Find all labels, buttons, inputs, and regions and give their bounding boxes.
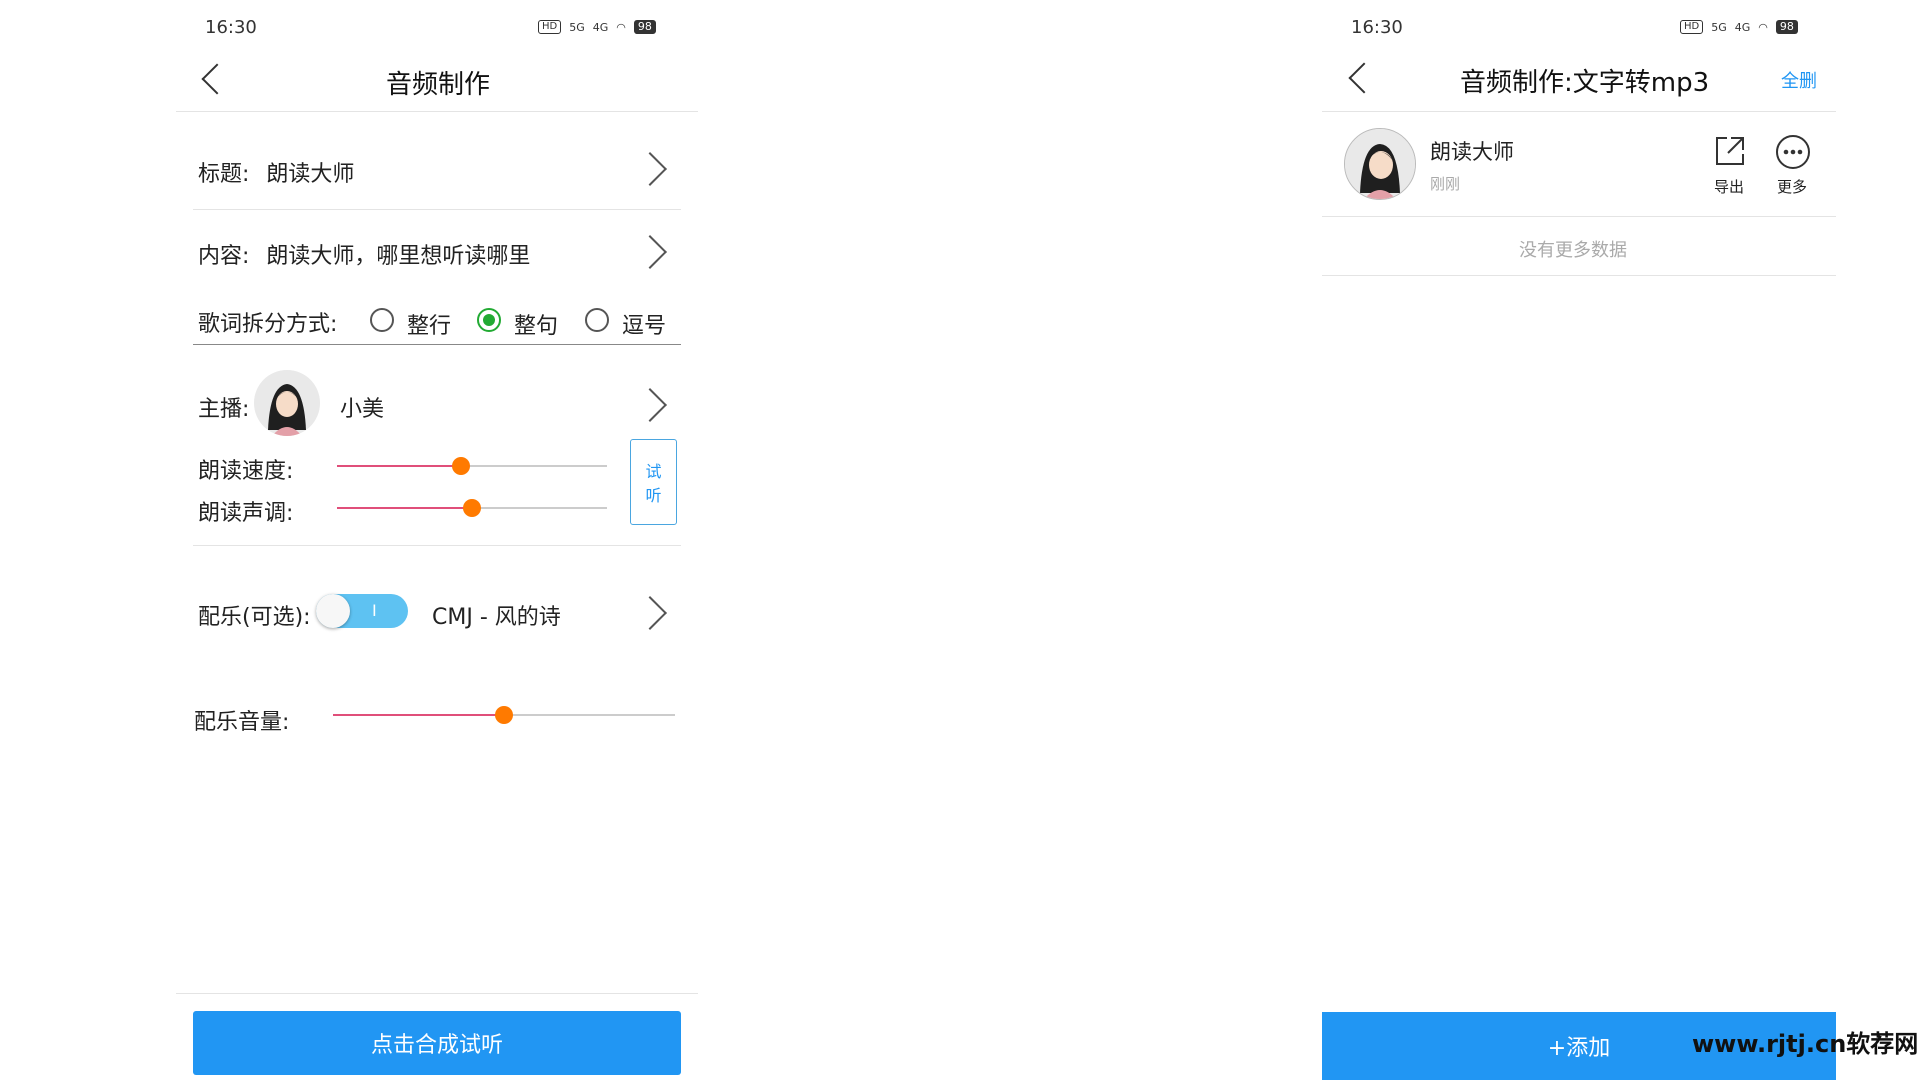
preview-button-line1: 试 (645, 462, 662, 481)
music-toggle[interactable]: I (316, 594, 408, 628)
more-label: 更多 (1777, 178, 1808, 196)
music-toggle-knob (316, 594, 350, 628)
item-time: 刚刚 (1430, 175, 1461, 193)
status-time: 16:30 (205, 17, 257, 38)
divider (1322, 275, 1836, 276)
watermark: www.rjtj.cn软荐网 (1692, 1030, 1919, 1058)
signal-4g-icon: 4G (592, 20, 609, 34)
pitch-slider-knob[interactable] (463, 499, 481, 517)
divider (193, 209, 681, 210)
export-label: 导出 (1714, 178, 1745, 196)
radio-option-line[interactable] (370, 308, 394, 332)
divider (176, 111, 698, 112)
title-value: 朗读大师 (266, 162, 355, 187)
radio-option-sentence[interactable] (477, 308, 501, 332)
content-label: 内容: (198, 244, 250, 269)
chevron-right-icon[interactable] (633, 388, 667, 422)
chevron-right-icon[interactable] (633, 235, 667, 269)
anchor-label: 主播: (198, 397, 250, 422)
back-icon[interactable] (201, 63, 233, 95)
status-time: 16:30 (1351, 17, 1403, 38)
divider (1322, 111, 1836, 112)
music-label: 配乐(可选): (198, 605, 311, 630)
speed-label: 朗读速度: (198, 459, 294, 484)
wifi-icon: ◠ (616, 20, 626, 34)
radio-option-sentence-label: 整句 (514, 314, 559, 339)
status-icons: HD 5G 4G ◠ 98 (1680, 20, 1798, 34)
empty-text: 没有更多数据 (1519, 240, 1627, 261)
speed-slider-fill (337, 465, 462, 467)
battery-icon: 98 (633, 20, 656, 34)
hd-icon: HD (538, 20, 562, 34)
divider (193, 545, 681, 546)
split-label: 歌词拆分方式: (198, 312, 338, 337)
chevron-right-icon[interactable] (633, 596, 667, 630)
music-volume-label: 配乐音量: (194, 710, 290, 735)
music-volume-slider-knob[interactable] (495, 706, 513, 724)
divider (176, 993, 698, 994)
title-label: 标题: (198, 162, 250, 187)
export-icon[interactable] (1713, 134, 1747, 168)
more-icon[interactable] (1775, 134, 1811, 170)
hd-icon: HD (1680, 20, 1704, 34)
title-row[interactable]: 标题: 朗读大师 (198, 156, 354, 188)
radio-option-line-label: 整行 (407, 314, 452, 339)
preview-button-line2: 听 (645, 486, 662, 505)
speed-slider[interactable] (337, 457, 607, 475)
anchor-name: 小美 (340, 397, 385, 422)
back-icon[interactable] (1348, 62, 1380, 94)
item-title[interactable]: 朗读大师 (1430, 136, 1514, 166)
signal-4g-icon: 4G (1734, 20, 1751, 34)
avatar (1344, 128, 1416, 200)
chevron-right-icon[interactable] (633, 152, 667, 186)
signal-5g-icon: 5G (569, 20, 585, 34)
content-row[interactable]: 内容: 朗读大师，哪里想听读哪里 (198, 238, 530, 270)
radio-option-comma-label: 逗号 (622, 314, 667, 339)
radio-option-comma[interactable] (585, 308, 609, 332)
divider (1322, 216, 1836, 217)
synthesize-button[interactable]: 点击合成试听 (193, 1011, 681, 1075)
preview-button[interactable]: 试 听 (630, 439, 677, 525)
music-toggle-text: I (372, 601, 377, 620)
battery-icon: 98 (1775, 20, 1798, 34)
content-value: 朗读大师，哪里想听读哪里 (266, 244, 531, 269)
page-title: 音频制作:文字转mp3 (1460, 68, 1710, 98)
avatar[interactable] (254, 370, 320, 436)
pitch-slider-fill (337, 507, 472, 509)
signal-5g-icon: 5G (1711, 20, 1727, 34)
wifi-icon: ◠ (1758, 20, 1768, 34)
music-track: CMJ - 风的诗 (432, 605, 561, 630)
pitch-label: 朗读声调: (198, 501, 294, 526)
music-volume-slider[interactable] (333, 706, 675, 724)
pitch-slider[interactable] (337, 499, 607, 517)
music-volume-slider-fill (333, 714, 504, 716)
status-icons: HD 5G 4G ◠ 98 (538, 20, 656, 34)
divider (193, 344, 681, 345)
delete-all-button[interactable]: 全删 (1781, 67, 1817, 93)
page-title: 音频制作 (386, 70, 491, 100)
speed-slider-knob[interactable] (452, 457, 471, 475)
